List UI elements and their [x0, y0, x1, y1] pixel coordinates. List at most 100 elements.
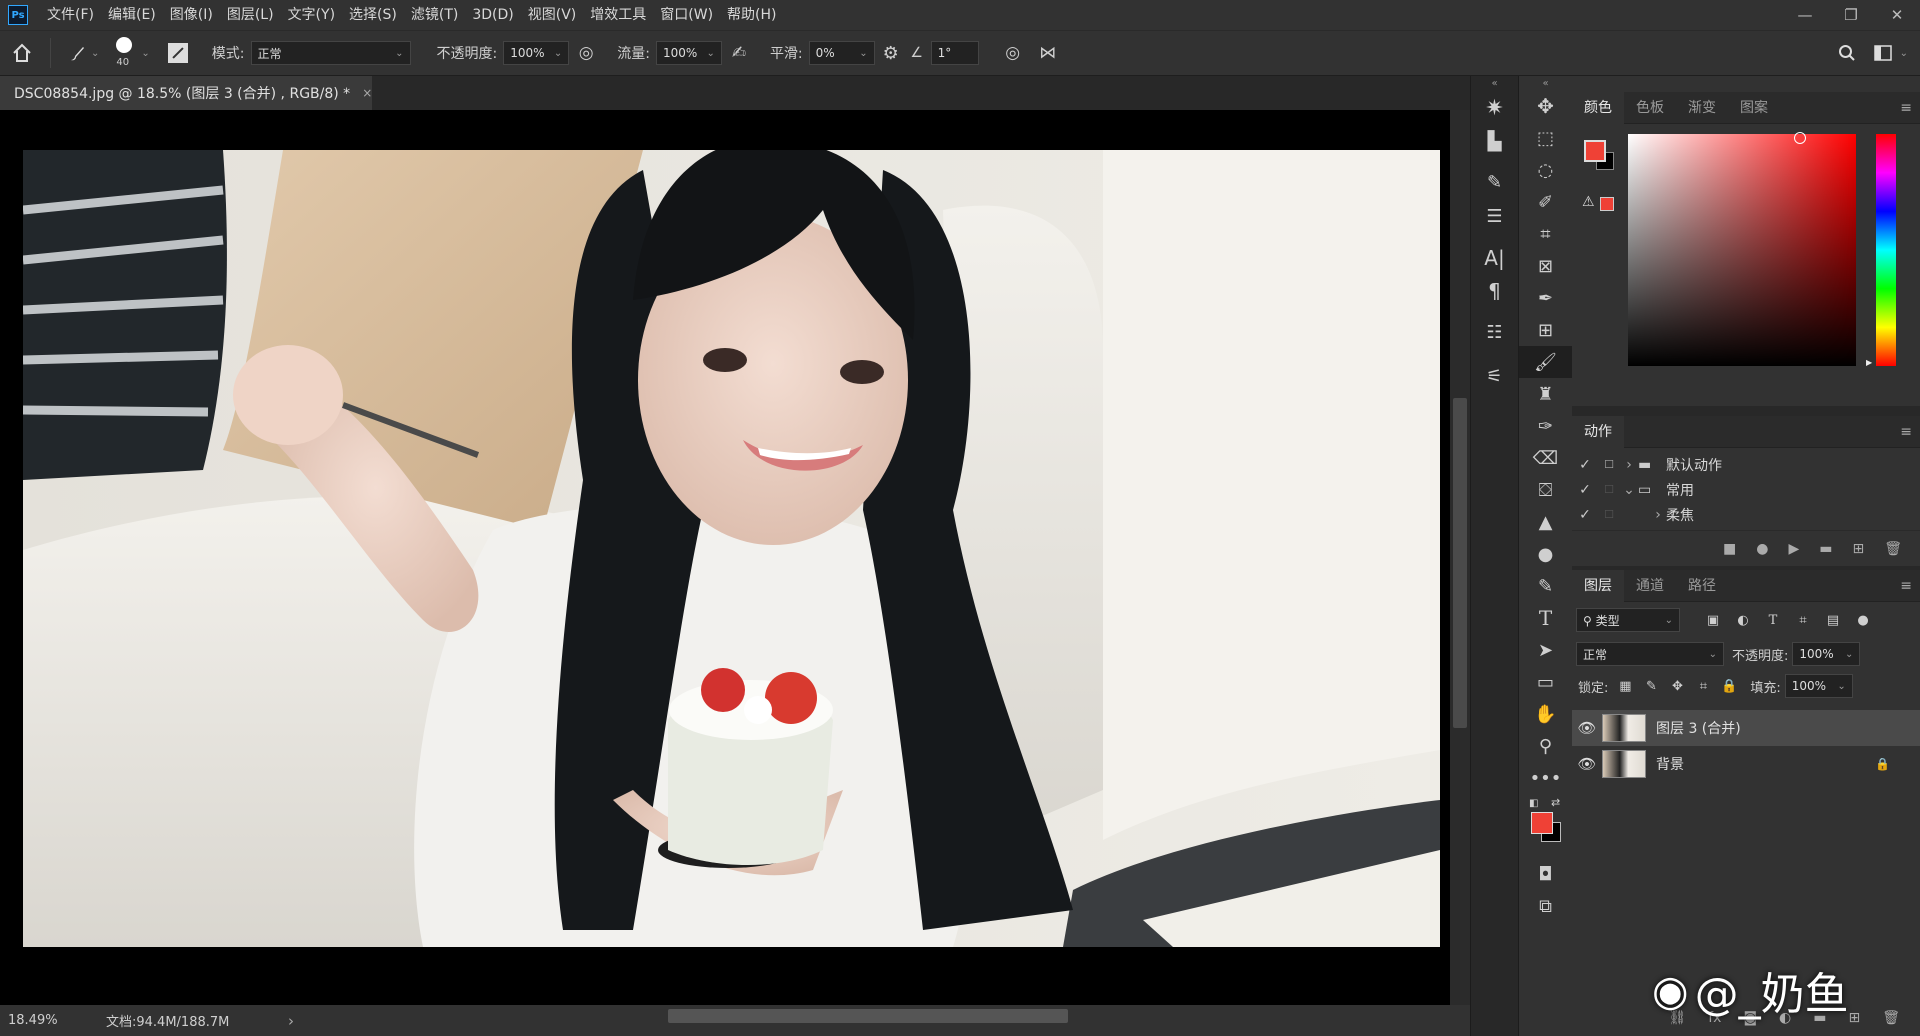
gear-icon[interactable]: ⚙	[875, 43, 907, 64]
check-icon[interactable]: ✓	[1572, 507, 1598, 523]
brush-preset-picker[interactable]: 40	[109, 33, 139, 73]
blur-tool-icon[interactable]: ▲	[1519, 506, 1572, 538]
expand-arrow[interactable]: ›	[1620, 457, 1638, 473]
filter-smart-object-icon[interactable]: ▤	[1818, 613, 1848, 628]
chevron-down-icon[interactable]: ⌄	[1900, 48, 1908, 59]
glyphs-panel-icon[interactable]: ☷	[1471, 314, 1518, 350]
eraser-tool-icon[interactable]: ⌫	[1519, 442, 1572, 474]
brush-settings-icon[interactable]: ✎	[1471, 164, 1518, 200]
play-icon[interactable]: ▶	[1788, 541, 1799, 557]
lock-position-icon[interactable]: ✥	[1664, 679, 1690, 694]
type-tool-icon[interactable]: T	[1519, 602, 1572, 634]
lock-transparent-icon[interactable]: ▦	[1612, 679, 1638, 694]
color-picker-cursor[interactable]	[1794, 132, 1806, 144]
layer-filter-select[interactable]: ⚲ 类型 ⌄	[1576, 608, 1680, 632]
document-tab[interactable]: DSC08854.jpg @ 18.5% (图层 3 (合并) , RGB/8)…	[0, 76, 372, 110]
check-icon[interactable]: ✓	[1572, 482, 1598, 498]
trash-icon[interactable]: 🗑	[1884, 541, 1902, 557]
new-action-icon[interactable]: ⊞	[1852, 541, 1864, 557]
tab-actions[interactable]: 动作	[1572, 415, 1624, 448]
filter-type-icon[interactable]: T	[1758, 613, 1788, 628]
action-set-row[interactable]: ✓ ☐ › ▬ 默认动作	[1572, 452, 1920, 477]
adjustments-panel-icon[interactable]: ⚟	[1471, 358, 1518, 394]
blend-mode-select[interactable]: 正常 ⌄	[1576, 642, 1724, 666]
close-window-icon[interactable]: ✕	[1874, 0, 1920, 30]
brushes-panel-icon[interactable]: ☰	[1471, 200, 1518, 232]
path-selection-tool-icon[interactable]: ➤	[1519, 634, 1572, 666]
tab-patterns[interactable]: 图案	[1728, 92, 1780, 124]
paragraph-panel-icon[interactable]: ¶	[1471, 276, 1518, 306]
lock-all-icon[interactable]: 🔒	[1716, 679, 1742, 694]
histogram-icon[interactable]: ▙	[1471, 126, 1518, 156]
expand-arrow[interactable]: ⌄	[1620, 482, 1638, 498]
more-tools-icon[interactable]: •••	[1519, 762, 1572, 794]
brush-tool-active-icon[interactable]: 🖌	[1519, 346, 1572, 378]
crop-tool-icon[interactable]: ⌗	[1519, 218, 1572, 250]
zoom-tool-icon[interactable]: ⚲	[1519, 730, 1572, 762]
filter-pixel-icon[interactable]: ▣	[1698, 613, 1728, 628]
hue-slider[interactable]	[1876, 134, 1896, 366]
mode-select[interactable]: 正常 ⌄	[250, 41, 411, 65]
workspace-icon[interactable]	[1866, 45, 1900, 61]
quick-selection-tool-icon[interactable]: ✐	[1519, 186, 1572, 218]
character-panel-icon[interactable]: A|	[1471, 240, 1518, 276]
panel-menu-icon[interactable]: ≡	[1900, 570, 1912, 602]
pressure-opacity-icon[interactable]: ◎	[569, 43, 603, 63]
layer-row-selected[interactable]: 👁 图层 3 (合并)	[1572, 710, 1920, 746]
brush-tool-icon[interactable]	[65, 43, 89, 63]
menu-plugins[interactable]: 增效工具	[583, 0, 653, 30]
restore-icon[interactable]: ❐	[1828, 0, 1874, 30]
collapse-toolbar-icon[interactable]: «	[1519, 76, 1572, 90]
screen-mode-icon[interactable]: ⧉	[1519, 890, 1572, 922]
layer-row[interactable]: 👁 背景 🔒	[1572, 746, 1920, 782]
menu-layer[interactable]: 图层(L)	[220, 0, 281, 30]
chevron-down-icon[interactable]: ⌄	[141, 48, 149, 59]
lasso-tool-icon[interactable]: ◌	[1519, 154, 1572, 186]
visibility-eye-icon[interactable]: 👁	[1572, 719, 1602, 737]
search-icon[interactable]	[1828, 44, 1866, 62]
status-menu-arrow[interactable]: ›	[288, 1012, 294, 1030]
panel-menu-icon[interactable]: ≡	[1900, 92, 1912, 124]
panel-menu-icon[interactable]: ≡	[1900, 416, 1912, 448]
color-field[interactable]	[1628, 132, 1856, 366]
angle-input[interactable]: 1°	[930, 41, 979, 65]
filter-adjustment-icon[interactable]: ◐	[1728, 613, 1758, 628]
layer-opacity-input[interactable]: 100% ⌄	[1792, 642, 1861, 666]
menu-file[interactable]: 文件(F)	[40, 0, 101, 30]
filter-shape-icon[interactable]: ⌗	[1788, 613, 1818, 628]
foreground-color-swatch[interactable]	[1531, 812, 1553, 834]
close-tab-icon[interactable]: ×	[362, 86, 372, 100]
gamut-color-chip[interactable]	[1600, 197, 1614, 211]
new-set-folder-icon[interactable]: ▬	[1819, 541, 1832, 557]
dialog-toggle-icon[interactable]: ☐	[1598, 458, 1620, 471]
action-set-row[interactable]: ✓ ☐ ⌄ ▭ 常用	[1572, 477, 1920, 502]
tab-channels[interactable]: 通道	[1624, 570, 1676, 602]
dialog-toggle-icon[interactable]: ☐	[1598, 508, 1620, 521]
minimize-icon[interactable]: —	[1782, 0, 1828, 30]
fill-input[interactable]: 100% ⌄	[1784, 674, 1853, 698]
tab-paths[interactable]: 路径	[1676, 570, 1728, 602]
menu-view[interactable]: 视图(V)	[521, 0, 584, 30]
opacity-input[interactable]: 100% ⌄	[503, 41, 570, 65]
menu-select[interactable]: 选择(S)	[342, 0, 404, 30]
flow-input[interactable]: 100% ⌄	[655, 41, 722, 65]
dialog-toggle-icon[interactable]: ☐	[1598, 483, 1620, 496]
chevron-down-icon[interactable]: ⌄	[91, 48, 99, 59]
default-colors-icon[interactable]: ◧	[1529, 798, 1538, 809]
dodge-tool-icon[interactable]: ●	[1519, 538, 1572, 570]
visibility-eye-icon[interactable]: 👁	[1572, 755, 1602, 773]
tab-layers[interactable]: 图层	[1572, 569, 1624, 602]
move-tool-icon[interactable]: ✥	[1519, 90, 1572, 122]
filter-toggle-icon[interactable]: ●	[1848, 613, 1878, 628]
color-panel-foreground-swatch[interactable]	[1584, 140, 1606, 162]
frame-tool-icon[interactable]: ⊠	[1519, 250, 1572, 282]
vertical-scroll-thumb[interactable]	[1453, 398, 1467, 728]
expand-arrow[interactable]: ›	[1650, 507, 1666, 523]
lock-artboard-icon[interactable]: ⌗	[1690, 679, 1716, 694]
menu-3d[interactable]: 3D(D)	[465, 0, 520, 30]
smoothing-input[interactable]: 0% ⌄	[808, 41, 875, 65]
horizontal-scroll-thumb[interactable]	[668, 1009, 1068, 1023]
stop-icon[interactable]: ■	[1723, 541, 1736, 557]
symmetry-butterfly-icon[interactable]: ⋈	[1033, 43, 1063, 63]
healing-brush-tool-icon[interactable]: ⊞	[1519, 314, 1572, 346]
